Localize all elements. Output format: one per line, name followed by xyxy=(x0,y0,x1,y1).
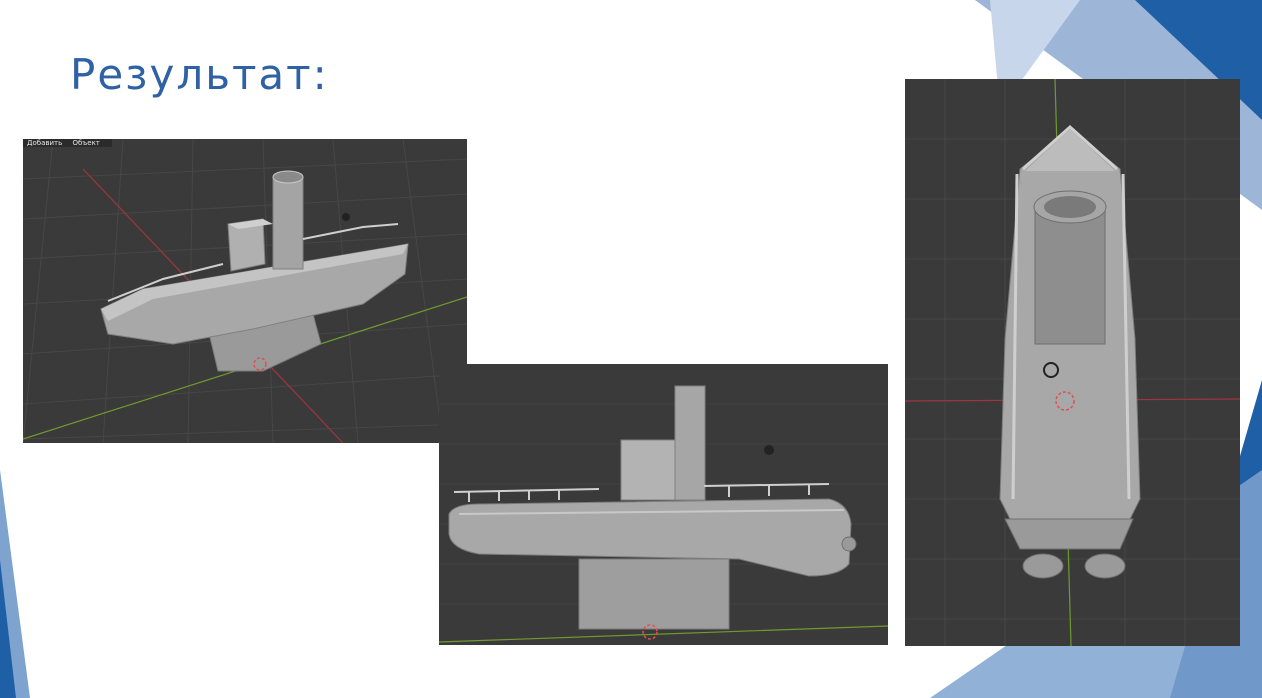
screenshot-top xyxy=(905,79,1240,646)
screenshot-side xyxy=(439,364,888,645)
viewport-top xyxy=(905,79,1240,646)
menu-object[interactable]: Объект xyxy=(72,139,99,147)
screenshot-perspective: Добавить Объект xyxy=(23,139,467,443)
viewport-menu: Добавить Объект xyxy=(23,139,112,147)
menu-add[interactable]: Добавить xyxy=(27,139,62,147)
viewport-perspective xyxy=(23,139,467,443)
viewport-side xyxy=(439,385,888,643)
slide-title: Результат: xyxy=(70,50,329,99)
